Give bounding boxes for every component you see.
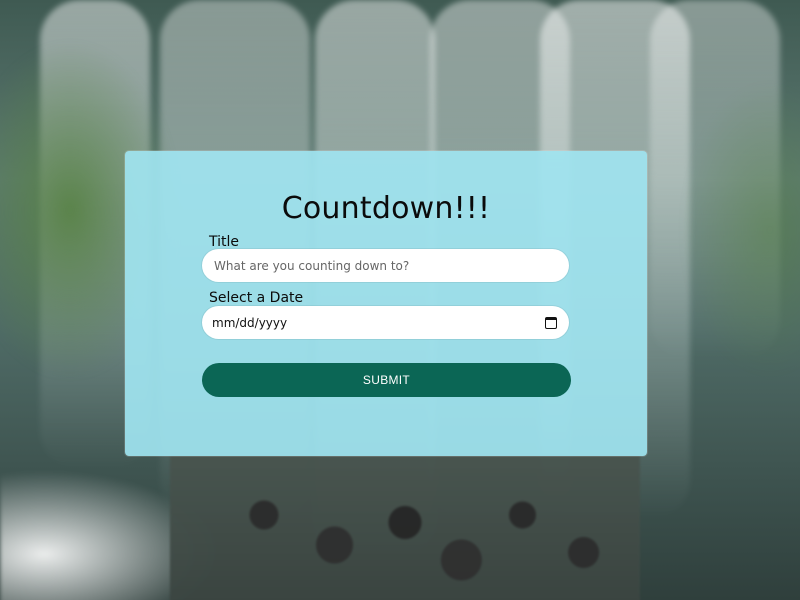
date-input[interactable]: mm/dd/yyyy	[212, 316, 545, 330]
title-field[interactable]	[202, 249, 569, 282]
title-label: Title	[209, 234, 240, 250]
calendar-icon[interactable]	[545, 316, 557, 329]
title-input[interactable]	[212, 257, 559, 274]
date-label: Select a Date	[209, 290, 304, 306]
date-field[interactable]: mm/dd/yyyy	[202, 306, 569, 339]
page-title: Countdown!!!	[281, 191, 491, 226]
submit-button[interactable]: SUBMIT	[202, 363, 571, 397]
countdown-card: Countdown!!! Title Select a Date mm/dd/y…	[125, 151, 647, 456]
